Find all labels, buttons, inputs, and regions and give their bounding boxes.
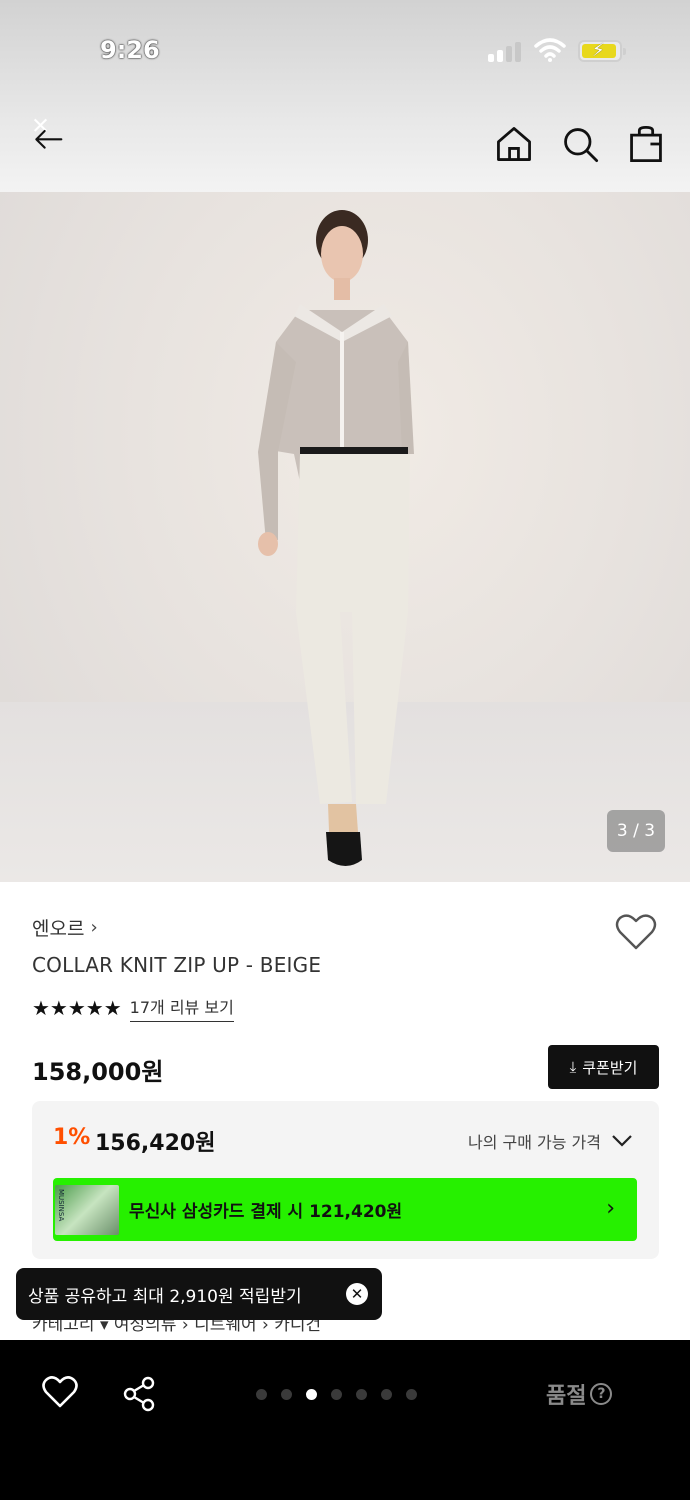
rating-stars: ★★★★★	[32, 996, 122, 1020]
pagination-dot	[281, 1389, 292, 1400]
discount-price: 156,420원	[95, 1131, 216, 1156]
pagination-dot	[256, 1389, 267, 1400]
my-price-label: 나의 구매 가능 가격	[467, 1133, 601, 1152]
pagination-dot	[406, 1389, 417, 1400]
pagination-dots	[256, 1389, 417, 1400]
pagination-dot	[331, 1389, 342, 1400]
discount-rate: 1%	[53, 1125, 91, 1150]
price-box: 1% 156,420원 나의 구매 가능 가격 MUSINSA 무신사 삼성카드…	[32, 1101, 659, 1259]
review-link[interactable]: 17개 리뷰 보기	[129, 994, 234, 1022]
soldout-status: 품절 ?	[546, 1378, 613, 1410]
original-price: 158,000원	[32, 1058, 164, 1086]
pagination-dot	[306, 1389, 317, 1400]
download-icon: ⤓	[569, 1058, 577, 1076]
pagination-dot	[356, 1389, 367, 1400]
card-thumbnail-text: MUSINSA	[57, 1188, 65, 1221]
like-heart-icon[interactable]	[614, 912, 658, 952]
brand-link[interactable]: 엔오르 ›	[32, 914, 98, 941]
product-image[interactable]	[0, 192, 690, 882]
image-counter: 3 / 3	[607, 810, 665, 852]
card-thumbnail: MUSINSA	[55, 1184, 119, 1235]
cellular-signal-icon	[488, 40, 524, 62]
soldout-label: 품절	[546, 1384, 587, 1409]
status-time: 9:26	[100, 36, 160, 64]
chevron-right-icon: ›	[606, 1196, 615, 1221]
back-arrow-icon[interactable]	[28, 116, 68, 156]
my-price-toggle[interactable]: 나의 구매 가능 가격	[468, 1129, 633, 1153]
bottom-action-bar: 품절 ?	[0, 1340, 690, 1500]
search-icon[interactable]	[560, 124, 600, 164]
card-promo-banner[interactable]: MUSINSA 무신사 삼성카드 결제 시 121,420원 ›	[53, 1178, 637, 1241]
battery-icon: ⚡	[578, 40, 626, 62]
brand-name: 엔오르	[32, 918, 85, 940]
pagination-dot	[381, 1389, 392, 1400]
shopping-bag-icon[interactable]	[626, 124, 666, 164]
chevron-right-icon: ›	[90, 917, 98, 938]
top-header-area: 9:26 ⚡	[0, 0, 690, 192]
wifi-icon	[534, 38, 566, 62]
heart-icon[interactable]	[40, 1374, 80, 1410]
chevron-down-icon	[612, 1135, 632, 1147]
home-icon[interactable]	[494, 124, 534, 164]
model-figure	[258, 210, 414, 866]
close-icon[interactable]: ✕	[346, 1283, 368, 1305]
coupon-button[interactable]: ⤓ 쿠폰받기	[548, 1045, 659, 1089]
help-icon[interactable]: ?	[590, 1383, 613, 1405]
coupon-label: 쿠폰받기	[582, 1058, 638, 1077]
toast-text: 상품 공유하고 최대 2,910원 적립받기	[28, 1286, 302, 1307]
share-icon[interactable]	[120, 1374, 160, 1414]
card-promo-text: 무신사 삼성카드 결제 시 121,420원	[129, 1202, 403, 1222]
share-reward-toast: 상품 공유하고 최대 2,910원 적립받기 ✕	[16, 1268, 382, 1320]
rating-row: ★★★★★ 17개 리뷰 보기	[32, 994, 234, 1022]
product-name: COLLAR KNIT ZIP UP - BEIGE	[32, 953, 322, 977]
